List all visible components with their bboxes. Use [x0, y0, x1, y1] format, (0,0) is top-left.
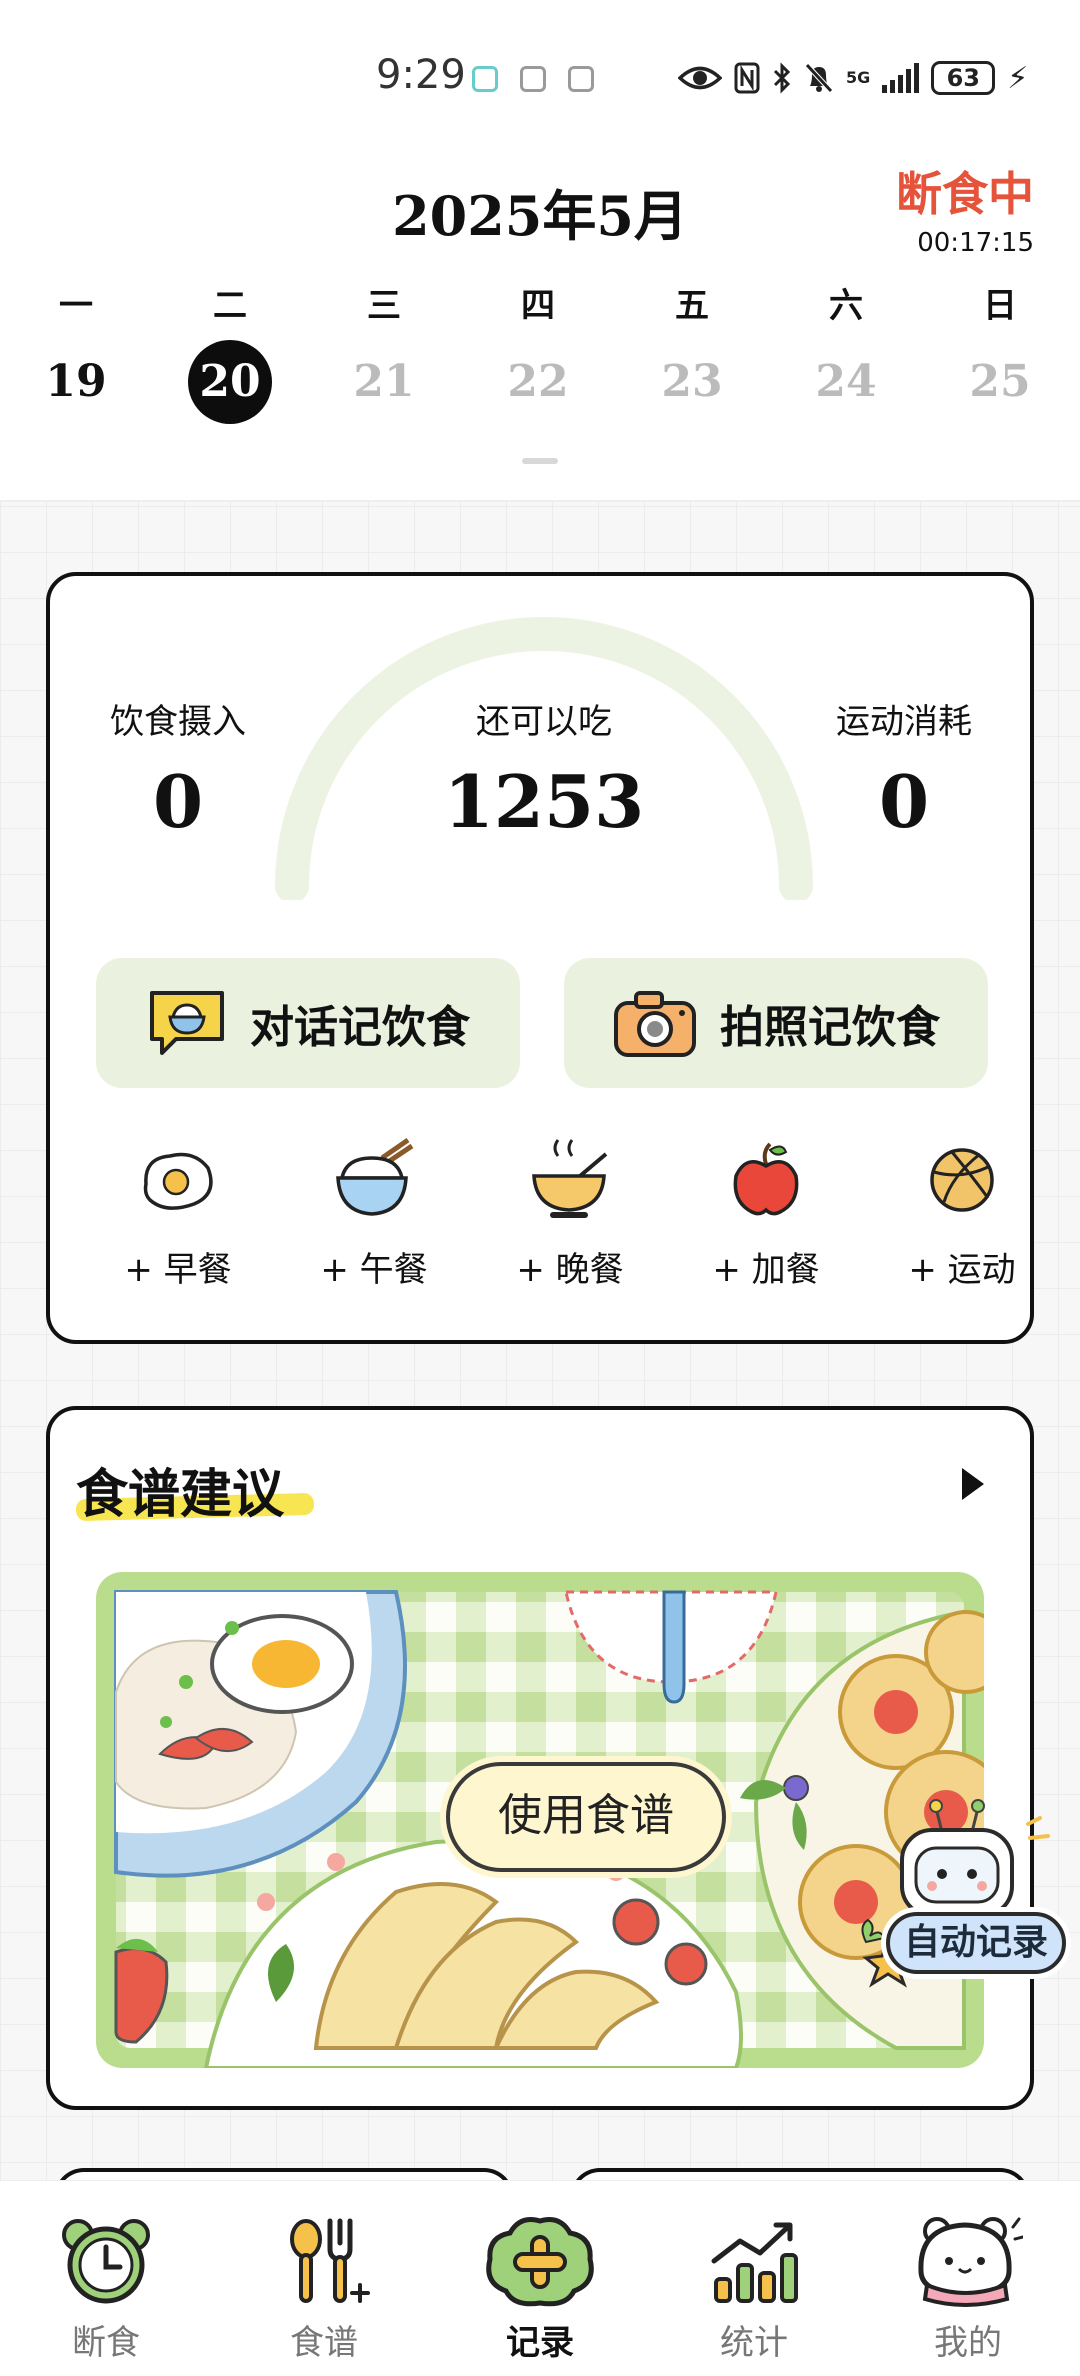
soup-bowl-icon	[532, 1139, 608, 1218]
rice-bowl-icon	[336, 1137, 414, 1216]
nav-fasting[interactable]: 断食	[36, 2213, 176, 2364]
charging-icon: ⚡	[1007, 60, 1029, 96]
alarm-clock-icon	[62, 2219, 150, 2304]
fasting-status[interactable]: 断食中 00:17:15	[896, 158, 1034, 258]
basketball-icon	[930, 1148, 994, 1212]
network-type: 5G	[846, 68, 871, 87]
add-breakfast-button[interactable]: + 早餐	[98, 1136, 258, 1291]
calendar-drag-handle[interactable]	[522, 458, 558, 464]
nav-stats[interactable]: 统计	[684, 2213, 824, 2364]
intake-label: 饮食摄入	[110, 702, 246, 742]
use-recipe-button[interactable]: 使用食谱	[446, 1762, 726, 1872]
photo-log-label: 拍照记饮食	[720, 1002, 940, 1053]
nav-profile[interactable]: 我的	[898, 2213, 1038, 2364]
status-time: 9:29	[376, 52, 466, 98]
snack-label: + 加餐	[712, 1250, 820, 1290]
breakfast-label: + 早餐	[124, 1250, 232, 1290]
plus-cloud-icon	[486, 2217, 594, 2307]
burned-label: 运动消耗	[836, 702, 972, 742]
add-lunch-button[interactable]: + 午餐	[294, 1136, 454, 1291]
fried-egg-icon	[143, 1152, 213, 1210]
calendar-day[interactable]: 25	[958, 340, 1042, 424]
eye-comfort-icon	[678, 66, 722, 90]
camera-icon	[614, 991, 696, 1057]
add-dinner-button[interactable]: + 晚餐	[490, 1136, 650, 1291]
weekday-label: 六	[829, 286, 863, 326]
weekday-label: 四	[521, 286, 555, 326]
fasting-status-label: 断食中	[896, 167, 1034, 221]
status-bar: 9:29 5G 63 ⚡	[0, 0, 1080, 140]
bluetooth-icon	[773, 62, 791, 94]
nav-profile-label: 我的	[934, 2323, 1002, 2363]
calendar-day-selected[interactable]: 20	[188, 340, 272, 424]
nav-record-label: 记录	[506, 2323, 574, 2363]
auto-record-label: 自动记录	[886, 1912, 1066, 1974]
exercise-label: + 运动	[908, 1250, 1016, 1290]
weekday-label: 日	[983, 286, 1017, 326]
calendar-day[interactable]: 24	[804, 340, 888, 424]
nav-fasting-label: 断食	[72, 2323, 140, 2363]
notification-app-icon	[568, 66, 594, 92]
battery-indicator: 63	[931, 61, 996, 95]
auto-record-badge[interactable]: 自动记录	[852, 1796, 1078, 1996]
burned-metric[interactable]: 运动消耗 0	[816, 694, 992, 844]
chat-log-label: 对话记饮食	[250, 1002, 470, 1053]
weekday-label: 二	[213, 286, 247, 326]
nav-recipes[interactable]: 食谱	[254, 2213, 394, 2364]
chat-bubble-rice-icon	[150, 991, 224, 1055]
dinner-label: + 晚餐	[516, 1250, 624, 1290]
calendar-day[interactable]: 23	[650, 340, 734, 424]
add-exercise-button[interactable]: + 运动	[882, 1136, 1042, 1291]
mute-bell-icon	[805, 63, 833, 93]
intake-metric[interactable]: 饮食摄入 0	[90, 694, 266, 844]
recipe-image[interactable]: 使用食谱	[96, 1572, 984, 2068]
weekday-label: 三	[367, 286, 401, 326]
nav-recipes-label: 食谱	[290, 2323, 358, 2363]
recipe-suggestion-card: 食谱建议 使用食谱	[46, 1406, 1034, 2110]
status-icons: 5G 63 ⚡	[678, 56, 1028, 100]
nav-stats-label: 统计	[720, 2323, 788, 2363]
calendar-day[interactable]: 22	[496, 340, 580, 424]
add-snack-button[interactable]: + 加餐	[686, 1136, 846, 1291]
burned-value: 0	[878, 759, 930, 844]
calendar-header: 2025年5月 断食中 00:17:15 一 二 三 四 五 六 日 19 20…	[0, 140, 1080, 502]
notification-app-icon	[520, 66, 546, 92]
calendar-day[interactable]: 21	[342, 340, 426, 424]
notification-app-icon	[472, 66, 498, 92]
calorie-summary-card: 饮食摄入 0 还可以吃 1253 运动消耗 0 对话记饮食 拍照记饮食 + 早餐…	[46, 572, 1034, 1344]
photo-log-button[interactable]: 拍照记饮食	[564, 958, 988, 1088]
apple-icon	[733, 1142, 799, 1216]
weekday-label: 一	[59, 286, 93, 326]
signal-icon	[882, 63, 920, 93]
fasting-timer: 00:17:15	[917, 228, 1034, 258]
chat-log-button[interactable]: 对话记饮食	[96, 958, 520, 1088]
nfc-icon	[734, 62, 760, 94]
recipe-title: 食谱建议	[76, 1464, 285, 1525]
recipe-more-arrow-icon[interactable]	[962, 1468, 984, 1500]
lunch-label: + 午餐	[320, 1250, 428, 1290]
bottom-navigation: 断食 食谱 记录 统计 我的	[0, 2180, 1080, 2376]
weekday-label: 五	[675, 286, 709, 326]
remaining-metric[interactable]: 还可以吃 1253	[424, 694, 664, 844]
bar-chart-icon	[711, 2222, 798, 2303]
recipe-title-block: 食谱建议	[75, 1452, 315, 1527]
intake-value: 0	[152, 759, 204, 844]
nav-record[interactable]: 记录	[470, 2213, 610, 2364]
remaining-label: 还可以吃	[476, 702, 612, 742]
spoon-fork-icon	[290, 2218, 370, 2303]
remaining-value: 1253	[443, 759, 645, 844]
bear-avatar-icon	[918, 2217, 1023, 2307]
calendar-day[interactable]: 19	[34, 340, 118, 424]
